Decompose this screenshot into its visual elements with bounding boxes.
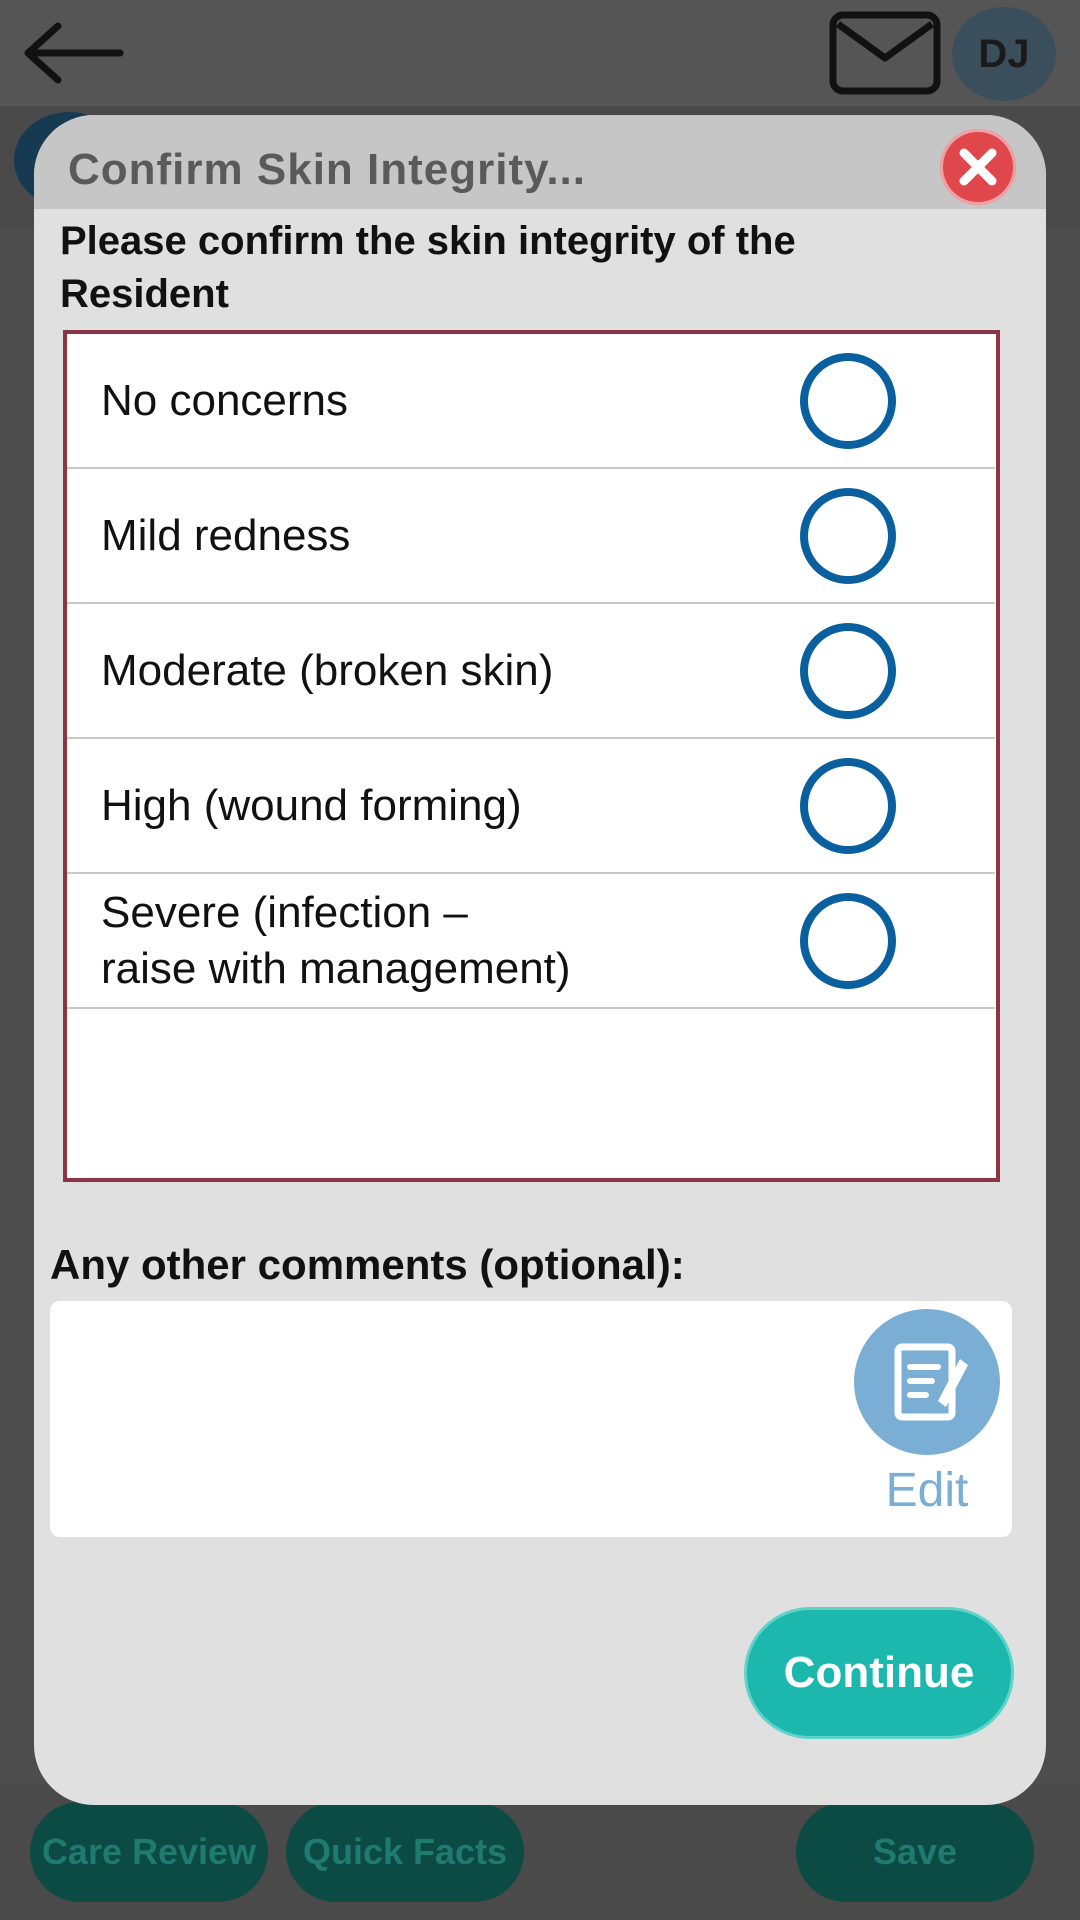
close-button[interactable] — [940, 129, 1016, 205]
comments-label: Any other comments (optional): — [50, 1241, 685, 1288]
user-avatar[interactable]: DJ — [952, 7, 1056, 101]
radio-button[interactable] — [800, 622, 896, 719]
option-severe[interactable]: Severe (infection – raise with managemen… — [67, 874, 995, 1009]
messages-button[interactable] — [828, 10, 942, 96]
radio-button[interactable] — [800, 757, 896, 854]
option-label: Severe (infection – raise with managemen… — [101, 887, 571, 993]
continue-button[interactable]: Continue — [744, 1607, 1014, 1739]
quick-facts-button[interactable]: Quick Facts — [286, 1802, 524, 1902]
option-label: No concerns — [101, 375, 349, 425]
dialog-title: Confirm Skin Integrity... — [68, 145, 587, 194]
close-icon — [959, 148, 997, 186]
option-label: Mild redness — [101, 510, 351, 560]
skin-integrity-dialog: Confirm Skin Integrity... Please confirm… — [34, 115, 1046, 1805]
radio-button[interactable] — [800, 487, 896, 584]
save-button[interactable]: Save — [796, 1802, 1034, 1902]
envelope-icon — [829, 11, 941, 95]
option-mild-redness[interactable]: Mild redness — [67, 469, 995, 604]
options-list: No concerns Mild redness Moderate (broke… — [63, 330, 1000, 1182]
option-moderate[interactable]: Moderate (broken skin) — [67, 604, 995, 739]
option-label: Moderate (broken skin) — [101, 645, 554, 695]
care-review-button[interactable]: Care Review — [30, 1802, 268, 1902]
edit-label[interactable]: Edit — [844, 1463, 1010, 1518]
radio-button[interactable] — [800, 352, 896, 449]
edit-button[interactable] — [854, 1309, 1000, 1455]
dialog-prompt: Please confirm the skin integrity of the… — [60, 219, 796, 316]
edit-note-icon — [894, 1343, 968, 1421]
option-no-concerns[interactable]: No concerns — [67, 334, 995, 469]
arrow-left-icon — [24, 22, 124, 84]
option-label: High (wound forming) — [101, 780, 522, 830]
radio-button[interactable] — [800, 892, 896, 989]
option-high[interactable]: High (wound forming) — [67, 739, 995, 874]
back-button[interactable] — [20, 18, 130, 88]
